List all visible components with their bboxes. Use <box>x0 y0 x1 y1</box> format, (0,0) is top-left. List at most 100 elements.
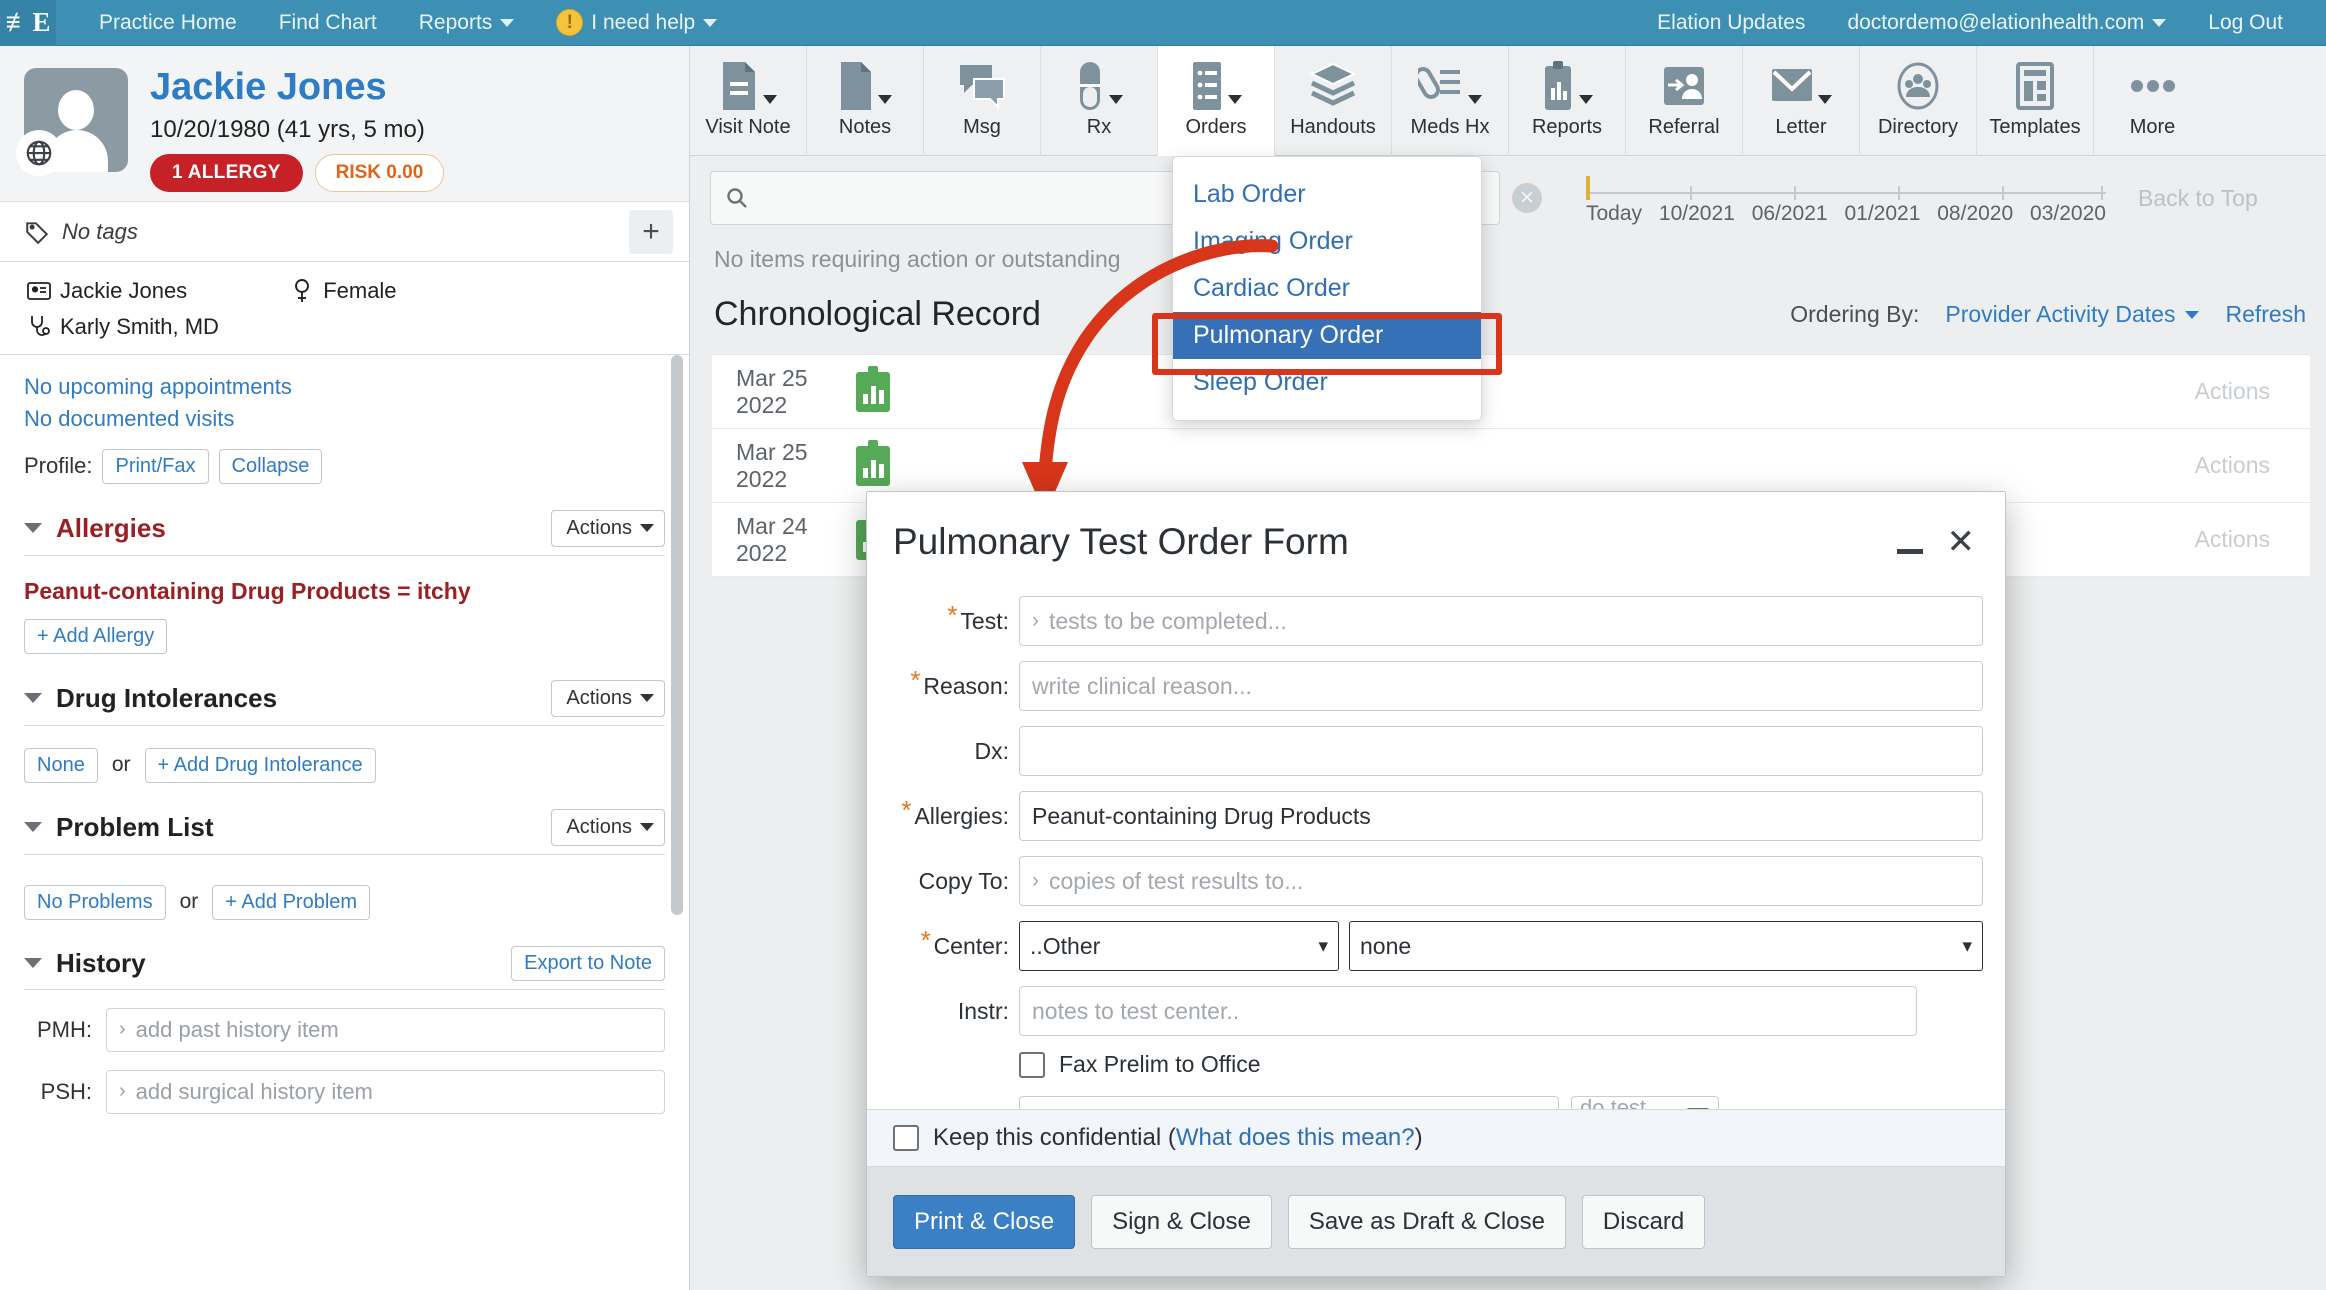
psh-input[interactable]: › add surgical history item <box>106 1069 665 1114</box>
fax-prelim-row: Fax Prelim to Office <box>1019 1051 1983 1078</box>
sidebar-scroll-body: No upcoming appointments No documented v… <box>0 355 689 1290</box>
no-upcoming-appointments-link[interactable]: No upcoming appointments <box>24 371 665 403</box>
status-badge-allergy[interactable]: 1 ALLERGY <box>150 153 303 192</box>
status-badge-risk[interactable]: RISK 0.00 <box>314 153 445 192</box>
timeline-tick-5 <box>2100 186 2103 200</box>
record-actions-link[interactable]: Actions <box>2195 378 2270 405</box>
pmh-input[interactable]: › add past history item <box>106 1007 665 1052</box>
menu-item-sleep-order[interactable]: Sleep Order <box>1173 359 1481 406</box>
instr-input[interactable]: notes to test center.. <box>1019 986 1917 1036</box>
toolbar-visit-note[interactable]: Visit Note <box>690 46 807 156</box>
nav-elation-updates[interactable]: Elation Updates <box>1636 0 1826 46</box>
allergies-input[interactable]: Peanut-containing Drug Products <box>1019 791 1983 841</box>
fax-prelim-checkbox[interactable] <box>1019 1051 1045 1078</box>
record-actions-link[interactable]: Actions <box>2195 526 2270 553</box>
print-and-close-button[interactable]: Print & Close <box>893 1194 1076 1249</box>
nav-account-menu[interactable]: doctordemo@elationhealth.com <box>1826 0 2187 46</box>
timeline[interactable]: Today 10/2021 06/2021 01/2021 08/2020 03… <box>1586 170 2106 226</box>
close-icon[interactable]: ✕ <box>1947 525 1976 559</box>
page-title[interactable]: Jackie Jones <box>150 67 444 108</box>
record-actions-link[interactable]: Actions <box>2195 452 2270 479</box>
chat-bubbles-icon <box>958 58 1006 114</box>
add-allergy-button[interactable]: + Add Allergy <box>24 618 168 654</box>
sign-and-close-button[interactable]: Sign & Close <box>1091 1194 1272 1249</box>
allergy-list-item[interactable]: Peanut-containing Drug Products = itchy <box>24 578 665 605</box>
elation-logo-icon[interactable]: ≢E <box>0 0 56 46</box>
add-drug-intolerance-button[interactable]: + Add Drug Intolerance <box>144 747 376 783</box>
test-input[interactable]: › tests to be completed... <box>1019 596 1983 646</box>
menu-item-imaging-order[interactable]: Imaging Order <box>1173 218 1481 265</box>
nav-find-chart[interactable]: Find Chart <box>258 0 398 46</box>
toolbar-rx[interactable]: Rx <box>1041 46 1158 156</box>
ordering-label: Ordering By: <box>1790 301 1920 327</box>
reason-input[interactable]: write clinical reason... <box>1019 661 1983 711</box>
save-as-draft-and-close-button[interactable]: Save as Draft & Close <box>1287 1194 1566 1249</box>
toolbar-templates-label: Templates <box>1989 116 2081 138</box>
profile-label: Profile: <box>24 453 93 479</box>
toolbar-letter[interactable]: Letter <box>1743 46 1860 156</box>
problem-list-actions-button[interactable]: Actions <box>551 808 665 846</box>
chevron-down-icon <box>1468 95 1482 104</box>
copy-to-input[interactable]: › copies of test results to... <box>1019 856 1983 906</box>
toolbar-handouts[interactable]: Handouts <box>1275 46 1392 156</box>
timeline-label-4[interactable]: 08/2020 <box>1937 202 2013 226</box>
table-row[interactable]: Mar 25 2022 Actions <box>712 355 2310 429</box>
section-drug-intolerances-header: Drug Intolerances Actions <box>24 679 665 726</box>
minimize-icon[interactable] <box>1896 548 1923 554</box>
nav-i-need-help[interactable]: ! I need help <box>535 0 738 46</box>
sidebar-scrollbar[interactable] <box>671 355 683 1290</box>
drug-intolerances-actions-button[interactable]: Actions <box>551 679 665 717</box>
chevron-down-icon[interactable] <box>24 523 42 534</box>
pill-icon <box>1075 58 1123 114</box>
sidebar-scrollbar-thumb[interactable] <box>671 355 683 915</box>
toolbar-templates[interactable]: Templates <box>1977 46 2094 156</box>
discard-button[interactable]: Discard <box>1581 1194 1706 1249</box>
dx-input[interactable] <box>1019 726 1983 776</box>
menu-item-lab-order[interactable]: Lab Order <box>1173 171 1481 218</box>
ordering-value-dropdown[interactable]: Provider Activity Dates <box>1945 301 2200 328</box>
toolbar-msg[interactable]: Msg <box>924 46 1041 156</box>
collapse-button[interactable]: Collapse <box>218 448 323 484</box>
export-to-note-button[interactable]: Export to Note <box>511 945 665 981</box>
menu-item-pulmonary-order[interactable]: Pulmonary Order <box>1173 312 1481 359</box>
timeline-label-1[interactable]: 10/2021 <box>1659 202 1735 226</box>
center-select[interactable]: ..Other ▾ <box>1019 921 1339 971</box>
clear-icon[interactable]: ✕ <box>1512 183 1542 213</box>
toolbar-directory[interactable]: Directory <box>1860 46 1977 156</box>
confidential-checkbox[interactable] <box>893 1125 919 1151</box>
timeline-label-5[interactable]: 03/2020 <box>2030 202 2106 226</box>
timeline-label-3[interactable]: 01/2021 <box>1844 202 1920 226</box>
main-scrollbar[interactable] <box>2316 156 2326 1290</box>
no-drug-intolerance-button[interactable]: None <box>24 747 98 783</box>
add-tag-button[interactable]: + <box>629 209 673 254</box>
modal-footer: Print & Close Sign & Close Save as Draft… <box>867 1167 2005 1276</box>
fax-prelim-label: Fax Prelim to Office <box>1059 1051 1261 1077</box>
toolbar-referral[interactable]: Referral <box>1626 46 1743 156</box>
allergies-actions-button[interactable]: Actions <box>551 509 665 547</box>
refresh-link[interactable]: Refresh <box>2225 301 2306 328</box>
nav-reports-label: Reports <box>418 10 493 34</box>
toolbar-notes[interactable]: Notes <box>807 46 924 156</box>
toolbar-meds-hx[interactable]: Meds Hx <box>1392 46 1509 156</box>
center-sub-select[interactable]: none ▾ <box>1349 921 1983 971</box>
timeline-label-2[interactable]: 06/2021 <box>1752 202 1828 226</box>
patient-provider: Karly Smith, MD <box>60 314 219 339</box>
no-problems-button[interactable]: No Problems <box>24 884 166 920</box>
menu-item-cardiac-order[interactable]: Cardiac Order <box>1173 265 1481 312</box>
what-does-this-mean-link[interactable]: What does this mean? <box>1176 1124 1415 1151</box>
toolbar-orders[interactable]: Orders <box>1158 46 1275 156</box>
chevron-down-icon[interactable] <box>24 958 42 969</box>
chevron-down-icon[interactable] <box>24 693 42 704</box>
no-documented-visits-link[interactable]: No documented visits <box>24 403 665 435</box>
toolbar-reports[interactable]: Reports <box>1509 46 1626 156</box>
print-fax-button[interactable]: Print/Fax <box>102 448 209 484</box>
chevron-down-icon[interactable] <box>24 822 42 833</box>
add-problem-button[interactable]: + Add Problem <box>212 884 371 920</box>
nav-reports[interactable]: Reports <box>398 0 536 46</box>
nav-log-out[interactable]: Log Out <box>2187 0 2304 46</box>
toolbar-more[interactable]: More <box>2094 46 2211 156</box>
patient-sex-wrap: Female <box>287 278 397 304</box>
back-to-top-link[interactable]: Back to Top <box>2138 185 2258 212</box>
nav-practice-home[interactable]: Practice Home <box>78 0 258 46</box>
timeline-label-0[interactable]: Today <box>1586 202 1642 226</box>
